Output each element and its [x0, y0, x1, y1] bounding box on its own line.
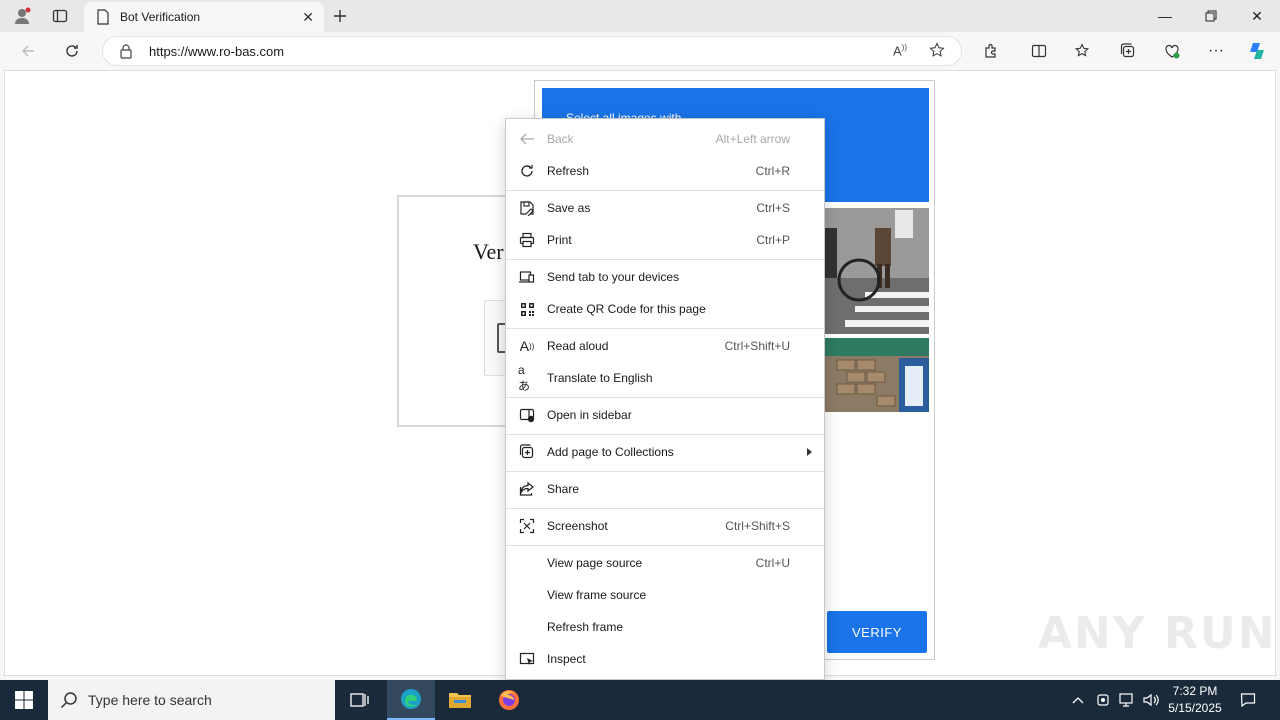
- url-text[interactable]: https://www.ro-bas.com: [149, 44, 284, 59]
- menu-item-refresh-frame[interactable]: Refresh frame: [506, 611, 824, 643]
- read-aloud-icon: A)): [519, 338, 535, 354]
- file-explorer-icon[interactable]: [436, 680, 484, 720]
- context-menu: Back Alt+Left arrow Refresh Ctrl+R Save …: [505, 118, 825, 680]
- sidebar-icon: [518, 406, 536, 424]
- menu-item-save-as[interactable]: Save as Ctrl+S: [506, 192, 824, 224]
- copilot-icon[interactable]: [1247, 41, 1267, 61]
- menu-item-add-to-collections[interactable]: Add page to Collections: [506, 436, 824, 468]
- page-icon: [96, 9, 110, 28]
- search-icon: [60, 691, 78, 712]
- lock-icon[interactable]: [119, 43, 133, 62]
- menu-item-print[interactable]: Print Ctrl+P: [506, 224, 824, 256]
- edge-taskbar-icon[interactable]: [387, 680, 435, 720]
- clock-time: 7:32 PM: [1172, 684, 1218, 698]
- volume-icon[interactable]: [1140, 680, 1162, 720]
- print-icon: [518, 231, 536, 249]
- tab-actions-icon[interactable]: [50, 6, 70, 26]
- navigation-bar: https://www.ro-bas.com A)) ···: [0, 32, 1280, 70]
- save-icon: [518, 199, 536, 217]
- split-screen-icon[interactable]: [1029, 41, 1049, 61]
- menu-separator: [506, 471, 824, 472]
- menu-item-translate[interactable]: aあ Translate to English: [506, 362, 824, 394]
- challenge-image-tile[interactable]: [825, 208, 929, 334]
- address-bar[interactable]: https://www.ro-bas.com A)): [102, 36, 962, 66]
- menu-item-open-sidebar[interactable]: Open in sidebar: [506, 399, 824, 431]
- send-device-icon: [518, 268, 536, 286]
- close-window-icon[interactable]: ✕: [1234, 0, 1280, 32]
- profile-icon[interactable]: [12, 6, 32, 26]
- verify-button[interactable]: VERIFY: [827, 611, 927, 653]
- collections-icon[interactable]: [1118, 41, 1138, 61]
- network-icon[interactable]: [1116, 680, 1138, 720]
- active-tab[interactable]: Bot Verification ✕: [84, 2, 324, 32]
- back-arrow-icon: [518, 130, 536, 148]
- challenge-image-tile[interactable]: [825, 338, 929, 412]
- menu-separator: [506, 545, 824, 546]
- read-aloud-icon[interactable]: A)): [893, 43, 907, 58]
- menu-item-view-frame-source[interactable]: View frame source: [506, 579, 824, 611]
- firefox-icon[interactable]: [485, 680, 533, 720]
- menu-item-refresh[interactable]: Refresh Ctrl+R: [506, 155, 824, 187]
- search-placeholder: Type here to search: [88, 692, 212, 708]
- share-icon: [518, 480, 536, 498]
- close-tab-icon[interactable]: ✕: [302, 9, 314, 26]
- refresh-icon: [518, 162, 536, 180]
- menu-item-screenshot[interactable]: Screenshot Ctrl+Shift+S: [506, 510, 824, 542]
- screenshot-icon: [518, 517, 536, 535]
- menu-item-back[interactable]: Back Alt+Left arrow: [506, 123, 824, 155]
- translate-icon: aあ: [518, 362, 531, 393]
- restore-icon[interactable]: [1188, 0, 1234, 32]
- collections-icon: [518, 443, 536, 461]
- menu-item-qr-code[interactable]: Create QR Code for this page: [506, 293, 824, 325]
- tray-chevron-icon[interactable]: [1066, 680, 1090, 720]
- menu-item-view-page-source[interactable]: View page source Ctrl+U: [506, 547, 824, 579]
- menu-separator: [506, 434, 824, 435]
- windows-start-icon[interactable]: [0, 680, 48, 720]
- menu-separator: [506, 508, 824, 509]
- system-clock[interactable]: 7:32 PM 5/15/2025: [1164, 683, 1226, 717]
- more-options-icon[interactable]: ···: [1206, 41, 1226, 61]
- back-icon[interactable]: [18, 41, 38, 61]
- favorite-star-icon[interactable]: [929, 42, 945, 61]
- menu-separator: [506, 259, 824, 260]
- favorites-icon[interactable]: [1073, 41, 1093, 61]
- extensions-icon[interactable]: [981, 41, 1001, 61]
- inspect-icon: [518, 650, 536, 668]
- menu-item-send-tab[interactable]: Send tab to your devices: [506, 261, 824, 293]
- verification-heading: Ver: [473, 239, 504, 264]
- new-tab-icon[interactable]: [330, 6, 350, 26]
- tab-title: Bot Verification: [120, 10, 201, 24]
- menu-separator: [506, 328, 824, 329]
- menu-separator: [506, 190, 824, 191]
- qr-code-icon: [518, 300, 536, 318]
- minimize-icon[interactable]: —: [1142, 0, 1188, 32]
- notifications-icon[interactable]: [1234, 680, 1262, 720]
- menu-item-inspect[interactable]: Inspect: [506, 643, 824, 675]
- menu-item-read-aloud[interactable]: A)) Read aloud Ctrl+Shift+U: [506, 330, 824, 362]
- refresh-icon[interactable]: [62, 41, 82, 61]
- taskbar: Type here to search 7:32 PM 5/15/2025: [0, 680, 1280, 720]
- title-bar: Bot Verification ✕ — ✕: [0, 0, 1280, 32]
- menu-item-share[interactable]: Share: [506, 473, 824, 505]
- browser-essentials-icon[interactable]: [1162, 41, 1182, 61]
- submenu-arrow-icon: [807, 448, 812, 456]
- watermark: ANY RUN: [1038, 608, 1277, 659]
- clock-date: 5/15/2025: [1168, 701, 1222, 715]
- menu-separator: [506, 397, 824, 398]
- taskbar-search-box[interactable]: Type here to search: [48, 680, 335, 720]
- task-view-icon[interactable]: [336, 680, 384, 720]
- meet-now-icon[interactable]: [1092, 680, 1114, 720]
